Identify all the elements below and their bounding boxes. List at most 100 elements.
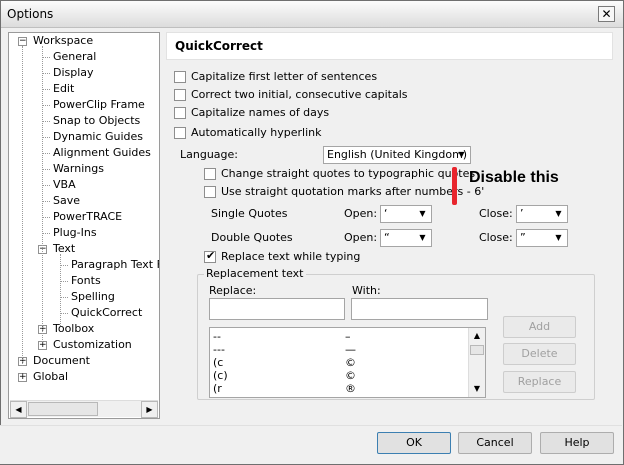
- tree-item-snap-to-objects[interactable]: Snap to Objects: [53, 113, 140, 129]
- list-item-replace[interactable]: (c: [213, 356, 223, 369]
- chevron-down-icon: ▼: [555, 209, 562, 218]
- tree-item-dynamic-guides[interactable]: Dynamic Guides: [53, 129, 143, 145]
- tree-item-vba[interactable]: VBA: [53, 177, 76, 193]
- tree-item-general[interactable]: General: [53, 49, 96, 65]
- tree-connector: [42, 105, 50, 106]
- tree-item-plug-ins[interactable]: Plug-Ins: [53, 225, 97, 241]
- scroll-down-icon[interactable]: ▼: [469, 381, 485, 397]
- expand-icon[interactable]: +: [18, 373, 27, 382]
- replace-input[interactable]: [209, 298, 345, 320]
- language-label: Language:: [180, 148, 238, 161]
- tree-item-alignment-guides[interactable]: Alignment Guides: [53, 145, 151, 161]
- tree-item-display[interactable]: Display: [53, 65, 94, 81]
- tree-item-spelling[interactable]: Spelling: [71, 289, 115, 305]
- cap-first-checkbox[interactable]: [174, 71, 186, 83]
- tree-item-document[interactable]: Document: [33, 353, 90, 369]
- list-item-replace[interactable]: --: [213, 330, 221, 343]
- tree-item-warnings[interactable]: Warnings: [53, 161, 104, 177]
- scroll-left-icon[interactable]: ◀: [10, 401, 27, 418]
- tree-connector: [42, 137, 50, 138]
- double-quotes-label: Double Quotes: [211, 231, 293, 244]
- add-button[interactable]: Add: [503, 316, 576, 338]
- tree-item-powerclip-frame[interactable]: PowerClip Frame: [53, 97, 145, 113]
- tree-connector: [42, 233, 50, 234]
- list-item-with[interactable]: ©: [345, 356, 356, 369]
- double-open-select[interactable]: “ ▼: [380, 229, 432, 247]
- tree-guide-line: [60, 254, 61, 326]
- tree-item-powertrace[interactable]: PowerTRACE: [53, 209, 122, 225]
- with-input[interactable]: [351, 298, 488, 320]
- tree-connector: [42, 73, 50, 74]
- tree-connector: [42, 169, 50, 170]
- list-item-replace[interactable]: (r: [213, 382, 222, 395]
- tree-guide-line: [42, 46, 43, 342]
- annotation-text: Disable this: [469, 169, 559, 186]
- tree-item-paragraph-text-frame[interactable]: Paragraph Text Frame: [71, 257, 159, 273]
- list-item-replace[interactable]: (r): [213, 395, 226, 397]
- list-item-with[interactable]: ®: [345, 395, 356, 397]
- double-close-value: ”: [520, 231, 526, 244]
- language-value: English (United Kingdom): [327, 148, 468, 161]
- scroll-right-icon[interactable]: ▶: [141, 401, 158, 418]
- tree-connector: [60, 281, 68, 282]
- window-title: Options: [7, 7, 54, 21]
- tree-connector: [60, 297, 68, 298]
- single-open-select[interactable]: ‘ ▼: [380, 205, 432, 223]
- tree-item-text[interactable]: Text: [53, 241, 75, 257]
- tree-guide-line: [22, 46, 23, 366]
- page-header: QuickCorrect: [166, 32, 613, 60]
- help-button[interactable]: Help: [540, 432, 614, 454]
- expand-icon[interactable]: +: [38, 341, 47, 350]
- replace-while-typing-label: Replace text while typing: [221, 250, 361, 263]
- tree-item-save[interactable]: Save: [53, 193, 80, 209]
- double-close-label: Close:: [479, 231, 513, 244]
- chevron-down-icon: ▼: [419, 233, 426, 242]
- tree-item-quickcorrect[interactable]: QuickCorrect: [71, 305, 142, 321]
- cap-first-label: Capitalize first letter of sentences: [191, 70, 378, 83]
- single-close-select[interactable]: ’ ▼: [516, 205, 568, 223]
- tree-item-customization[interactable]: Customization: [53, 337, 132, 353]
- with-label: With:: [352, 284, 381, 297]
- list-item-with[interactable]: ®: [345, 382, 356, 395]
- cap-days-label: Capitalize names of days: [191, 106, 330, 119]
- scroll-thumb[interactable]: [28, 402, 98, 416]
- collapse-icon[interactable]: −: [18, 37, 27, 46]
- tree-item-global[interactable]: Global: [33, 369, 68, 385]
- tree-horizontal-scrollbar[interactable]: ◀ ▶: [10, 400, 158, 418]
- ok-button[interactable]: OK: [377, 432, 451, 454]
- replace-label: Replace:: [209, 284, 257, 297]
- page-title: QuickCorrect: [175, 39, 263, 53]
- hyperlink-checkbox[interactable]: [174, 127, 186, 139]
- replace-while-typing-checkbox[interactable]: [204, 249, 216, 263]
- replacement-list[interactable]: ▲ ▼ --–---—(c©(c)©(r®(r)®: [209, 327, 486, 398]
- list-vertical-scrollbar[interactable]: ▲ ▼: [468, 328, 485, 397]
- list-item-replace[interactable]: (c): [213, 369, 228, 382]
- cap-days-checkbox[interactable]: [174, 107, 186, 119]
- delete-button[interactable]: Delete: [503, 343, 576, 365]
- language-select[interactable]: English (United Kingdom) ▼: [323, 146, 471, 164]
- options-tree[interactable]: ◀ ▶ − Workspace General Display Edit PowerCli…: [8, 32, 160, 419]
- replace-button[interactable]: Replace: [503, 371, 576, 393]
- straight-after-numbers-checkbox[interactable]: [204, 186, 216, 198]
- tree-connector: [42, 121, 50, 122]
- tree-item-edit[interactable]: Edit: [53, 81, 74, 97]
- list-scroll-thumb[interactable]: [470, 345, 484, 355]
- list-item-with[interactable]: —: [345, 343, 356, 356]
- chevron-down-icon: ▼: [555, 233, 562, 242]
- cancel-button[interactable]: Cancel: [458, 432, 532, 454]
- single-open-value: ‘: [384, 207, 388, 220]
- list-item-with[interactable]: ©: [345, 369, 356, 382]
- tree-connector: [42, 153, 50, 154]
- tree-connector: [42, 57, 50, 58]
- chevron-down-icon: ▼: [419, 209, 426, 218]
- list-item-with[interactable]: –: [345, 330, 351, 343]
- close-icon[interactable]: ✕: [598, 6, 615, 22]
- chevron-down-icon: ▼: [458, 150, 465, 159]
- two-caps-checkbox[interactable]: [174, 89, 186, 101]
- tree-item-fonts[interactable]: Fonts: [71, 273, 101, 289]
- change-straight-quotes-checkbox[interactable]: [204, 168, 216, 180]
- double-close-select[interactable]: ” ▼: [516, 229, 568, 247]
- list-item-replace[interactable]: ---: [213, 343, 225, 356]
- annotation-marker: [452, 167, 457, 205]
- scroll-up-icon[interactable]: ▲: [469, 328, 485, 344]
